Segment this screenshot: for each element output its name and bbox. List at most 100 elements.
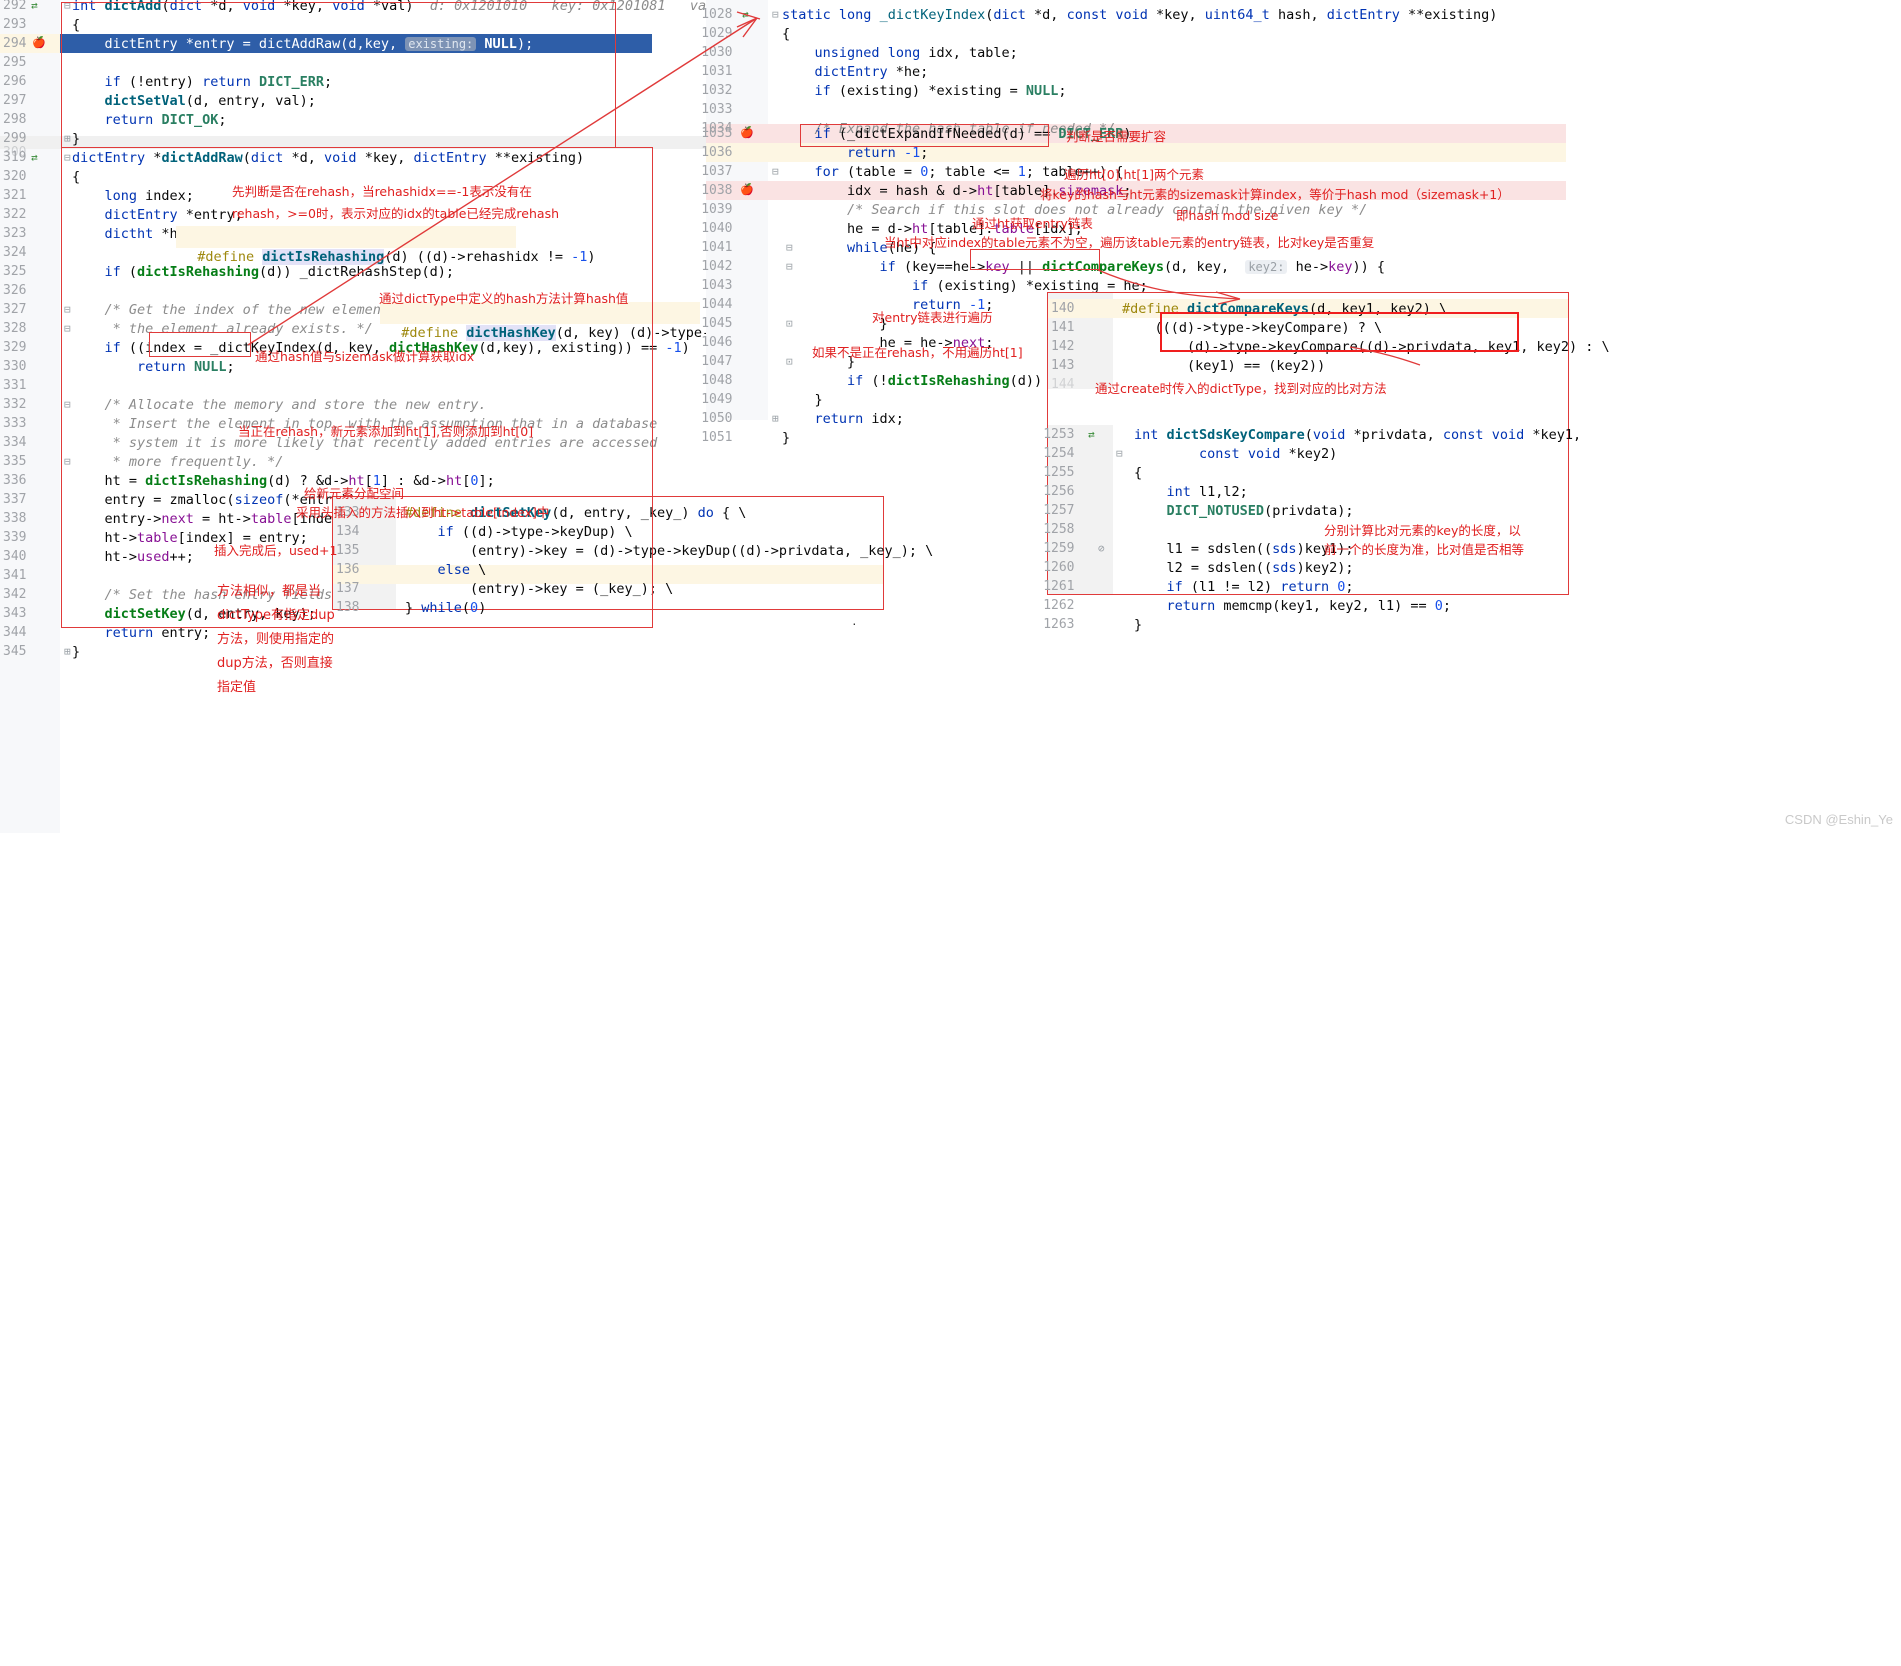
disabled-breakpoint-icon[interactable]: ⊘ <box>1098 539 1105 559</box>
fold-icon[interactable]: ⊟ <box>64 148 71 168</box>
code-line: int dictSdsKeyCompare(void *privdata, co… <box>1134 427 1582 443</box>
code-line: return DICT_OK; <box>104 112 227 128</box>
line-number: 1032 <box>701 83 733 98</box>
line-number: 1047 <box>701 354 733 369</box>
annotation-dup-4: dup方法，否则直接 <box>217 656 333 671</box>
code-line: ht->used++; <box>72 549 194 565</box>
code-line: dictSetVal(d, entry, val); <box>104 93 316 109</box>
code-line: int l1,l2; <box>1166 484 1248 500</box>
fold-icon[interactable]: ⊟ <box>772 5 779 25</box>
line-number: 1033 <box>701 102 733 117</box>
line-number: 321 <box>3 188 27 203</box>
line-number: 334 <box>3 435 27 450</box>
code-line: { <box>782 26 791 42</box>
line-number: 341 <box>3 568 27 583</box>
annotation-sizemask: 将key的hash与ht元素的sizemask计算index，等价于hash m… <box>1040 187 1510 202</box>
line-number: 1029 <box>701 26 733 41</box>
line-number: 1031 <box>701 64 733 79</box>
line-number: 298 <box>3 112 27 127</box>
code-line: long index; <box>104 188 194 204</box>
watermark: CSDN @Eshin_Ye <box>1784 812 1893 827</box>
code-line: (((d)->type->keyCompare) ? \ <box>1122 320 1383 336</box>
code-line: /* Allocate the memory and store the new… <box>104 397 487 413</box>
line-number: 1046 <box>701 335 733 350</box>
breakpoint-icon[interactable]: 🍎 <box>32 33 46 53</box>
line-number: 329 <box>3 340 27 355</box>
line-number: 1043 <box>701 278 733 293</box>
line-number: 1050 <box>701 411 733 426</box>
popup-sdscompare-code: 1253 1254 1255 1256 1257 1258 1259 1260 … <box>1043 293 1581 853</box>
line-number: 297 <box>3 93 27 108</box>
line-number: 337 <box>3 492 27 507</box>
code-line-selected: dictEntry *entry = dictAddRaw(d,key, exi… <box>60 34 652 53</box>
code-line: } <box>1134 617 1143 633</box>
annotation-rehash-2: rehash，>=0时，表示对应的idx的table已经完成rehash <box>232 206 560 221</box>
annotation-while: 当ht中对应index的table元素不为空，遍历该table元素的entry链… <box>884 235 1375 250</box>
annotation-rehash-ht: 当正在rehash，新元素添加到ht[1],否则添加到ht[0] <box>238 424 534 439</box>
code-line: if (!entry) return DICT_ERR; <box>104 74 333 90</box>
jump-marker-icon[interactable]: ⇄ <box>742 5 749 25</box>
annotation-headinsert: 采用头插入的方法插入到ht->table[index]中 <box>296 505 550 520</box>
line-number: 134 <box>336 524 360 539</box>
line-number: 1261 <box>1043 579 1075 594</box>
code-line: { <box>1134 465 1143 481</box>
top-right-code-text[interactable]: 1028 1029 1030 1031 1032 1033 1034 1035 … <box>701 0 1497 1220</box>
code-line: } while(0) <box>405 600 487 616</box>
stray-dot: · <box>852 615 857 631</box>
line-number: 342 <box>3 587 27 602</box>
code-line: } <box>72 131 81 147</box>
code-line: return NULL; <box>137 359 235 375</box>
line-number: 332 <box>3 397 27 412</box>
fold-icon[interactable]: ⊟ <box>64 395 71 415</box>
jump-marker-icon[interactable]: ⇄ <box>31 0 38 16</box>
fold-icon[interactable]: ⊟ <box>64 319 71 339</box>
code-line: const void *key2) <box>1199 446 1338 462</box>
fold-icon[interactable]: ⊟ <box>772 162 779 182</box>
line-number: 325 <box>3 264 27 279</box>
code-line: return entry; <box>104 625 211 641</box>
code-line: unsigned long idx, table; <box>814 45 1018 61</box>
code-line: } <box>782 430 791 446</box>
code-line: { <box>72 169 81 185</box>
annotation-getidx: 通过hash值与sizemask做计算获取idx <box>255 349 475 364</box>
line-number: 295 <box>3 55 27 70</box>
line-number: 1262 <box>1043 598 1075 613</box>
line-number: 1048 <box>701 373 733 388</box>
fold-icon[interactable]: ⊟ <box>64 452 71 472</box>
jump-marker-icon[interactable]: ⇄ <box>1088 425 1095 445</box>
annotation-hashmod: 即hash mod size <box>1176 208 1279 223</box>
line-number: 319 <box>3 150 27 165</box>
line-number: 1258 <box>1043 522 1075 537</box>
macro-tooltip-dictIsRehashing: #define dictIsRehashing(d) ((d)->rehashi… <box>176 226 596 265</box>
breakpoint-icon[interactable]: 🍎 <box>740 123 754 143</box>
annotation-dup-5: 指定值 <box>217 680 257 695</box>
line-number: 1040 <box>701 221 733 236</box>
jump-marker-icon[interactable]: ⇄ <box>31 148 38 168</box>
fold-icon[interactable]: ⊟ <box>64 300 71 320</box>
breakpoint-icon[interactable]: 🍎 <box>740 180 754 200</box>
line-number: 324 <box>3 245 27 260</box>
annotation-used: 插入完成后，used+1 <box>214 543 338 558</box>
line-number: 1045 <box>701 316 733 331</box>
line-number: 340 <box>3 549 27 564</box>
line-number: 1051 <box>701 430 733 445</box>
annotation-foreach: 遍历ht[0],ht[1]两个元素 <box>1064 167 1205 182</box>
line-number: 331 <box>3 378 27 393</box>
fold-icon[interactable]: ⊞ <box>772 409 779 429</box>
code-line: static long _dictKeyIndex(dict *d, const… <box>782 7 1498 23</box>
code-line: if (l1 != l2) return 0; <box>1166 579 1354 595</box>
code-line: { <box>72 17 81 33</box>
fold-icon[interactable]: ⊞ <box>64 642 71 662</box>
line-number: 1263 <box>1043 617 1075 632</box>
left-code-text[interactable]: 292 293 294 295 296 297 298 299 300 ⇄ 🍎 … <box>0 0 795 1666</box>
line-number: 338 <box>3 511 27 526</box>
code-line: dictEntry *he; <box>814 64 929 80</box>
fold-icon[interactable]: ⊟ <box>64 0 71 16</box>
fold-icon[interactable]: ⊞ <box>64 129 71 149</box>
line-number: 136 <box>336 562 360 577</box>
line-number: 320 <box>3 169 27 184</box>
annotation-zmalloc: 给新元素分配空间 <box>304 486 405 501</box>
code-line: } <box>782 392 823 408</box>
line-number: 1255 <box>1043 465 1075 480</box>
fold-icon[interactable]: ⊟ <box>1116 444 1123 464</box>
